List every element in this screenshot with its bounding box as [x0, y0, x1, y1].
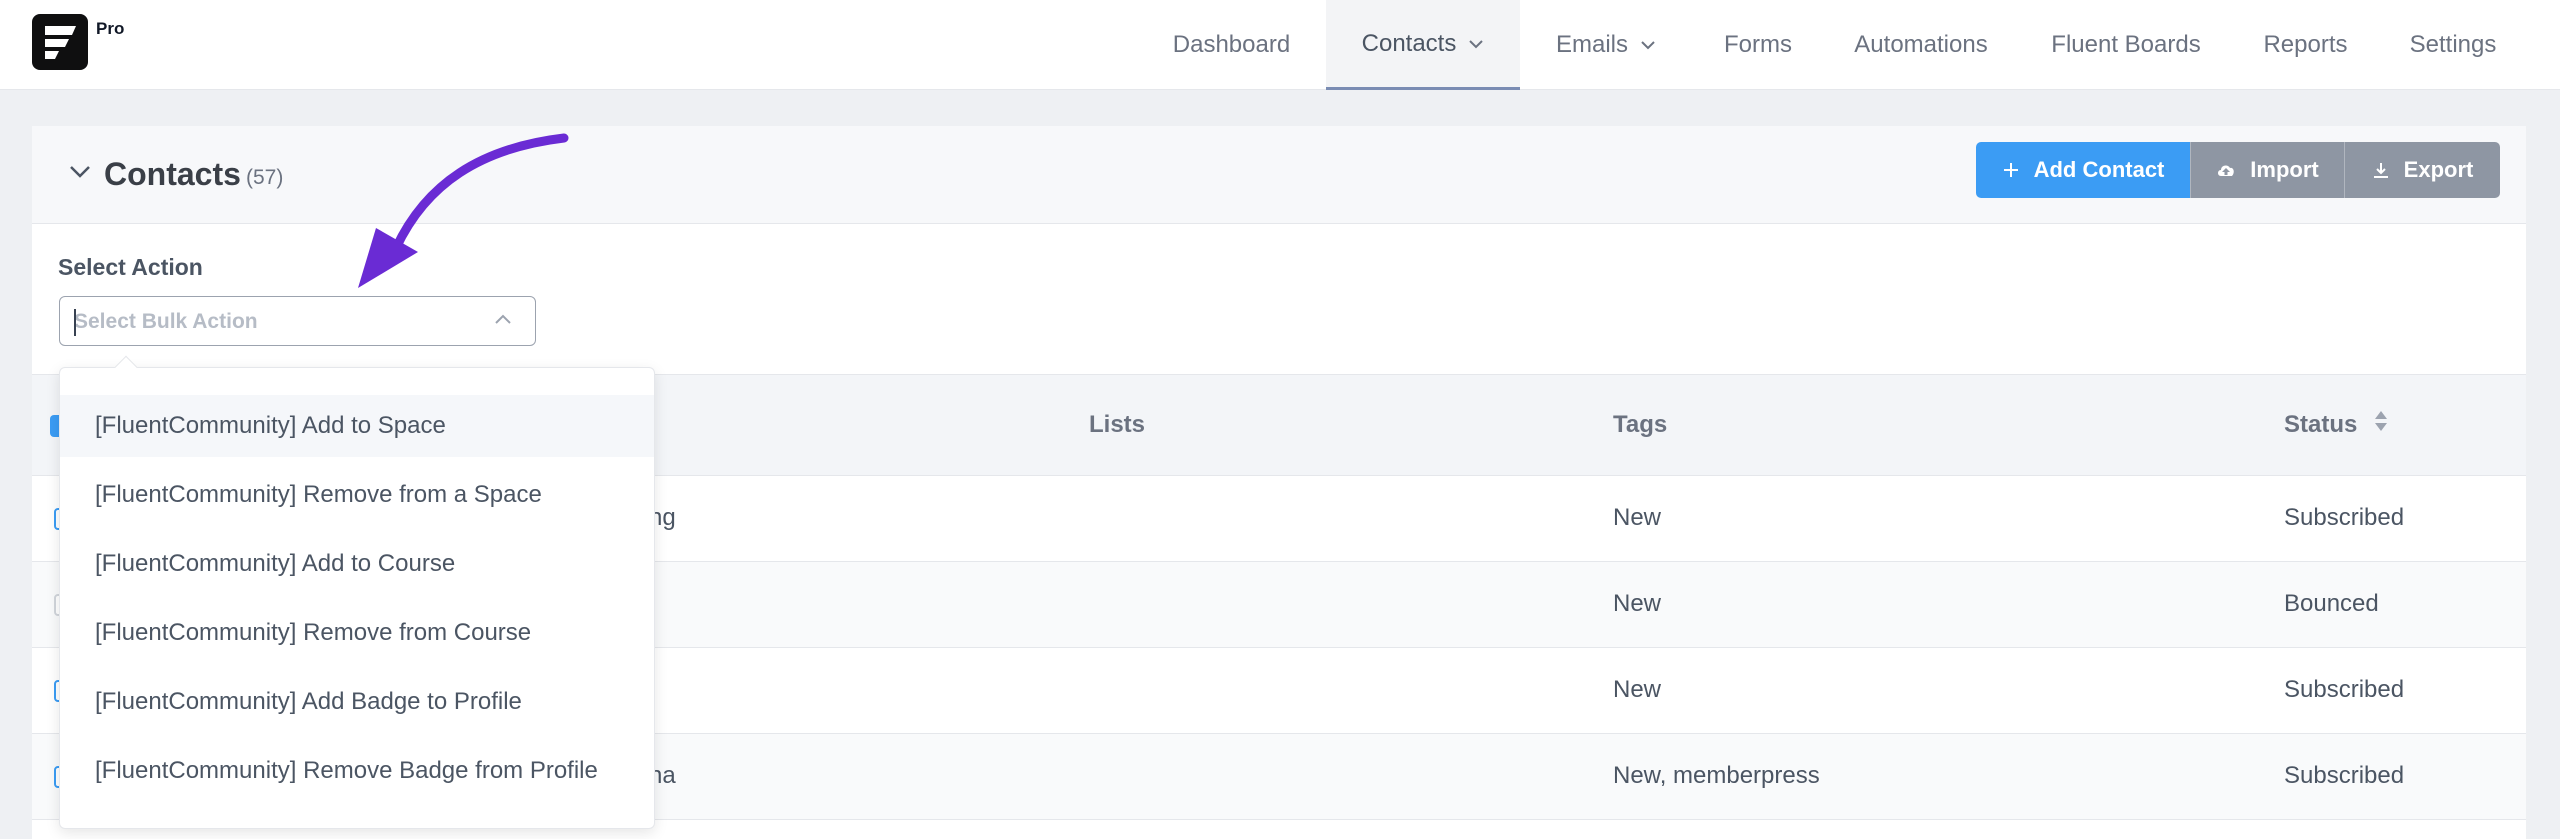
nav-fluent-boards[interactable]: Fluent Boards [2045, 0, 2207, 90]
chevron-down-icon [1640, 40, 1656, 50]
tags-cell: New [1613, 676, 1662, 703]
nav-automations-label: Automations [1854, 31, 1988, 58]
nav-settings-label: Settings [2409, 31, 2497, 58]
nav-contacts-label: Contacts [1361, 29, 1457, 57]
tags-cell: New [1613, 590, 1662, 617]
nav-contacts[interactable]: Contacts [1326, 0, 1520, 90]
add-contact-button[interactable]: Add Contact [1976, 142, 2190, 198]
nav-fluent-boards-label: Fluent Boards [2051, 31, 2201, 58]
bulk-action-input[interactable] [74, 309, 474, 335]
nav-emails-label: Emails [1555, 31, 1628, 58]
nav-reports-label: Reports [2263, 31, 2348, 58]
export-button[interactable]: Export [2344, 142, 2500, 198]
status-cell: Subscribed [2284, 676, 2405, 703]
select-action-label: Select Action [58, 254, 203, 280]
text-cursor [74, 309, 76, 336]
tags-cell: New, memberpress [1613, 762, 1820, 789]
chevron-down-icon[interactable] [68, 164, 92, 185]
sort-icon[interactable] [2374, 409, 2388, 438]
pro-badge: Pro [96, 19, 125, 38]
top-navigation-bar: Pro Dashboard Contacts Emails Forms Auto… [0, 0, 2560, 90]
import-button[interactable]: Import [2190, 142, 2344, 198]
status-cell: Subscribed [2284, 762, 2405, 789]
bulk-option-add-to-space[interactable]: [FluentCommunity] Add to Space [60, 395, 654, 457]
column-header-tags[interactable]: Tags [1613, 411, 1667, 439]
status-cell: Subscribed [2284, 504, 2405, 531]
nav-dashboard[interactable]: Dashboard [1170, 0, 1293, 90]
status-cell: Bounced [2284, 590, 2379, 617]
bulk-action-dropdown: [FluentCommunity] Add to Space [FluentCo… [59, 355, 655, 829]
nav-forms-label: Forms [1724, 31, 1792, 58]
bulk-option-remove-badge[interactable]: [FluentCommunity] Remove Badge from Prof… [60, 740, 654, 802]
annotation-arrow-icon [358, 133, 569, 288]
download-icon [2372, 161, 2390, 179]
cloud-upload-icon [2216, 162, 2236, 178]
bulk-option-add-badge[interactable]: [FluentCommunity] Add Badge to Profile [60, 671, 654, 733]
chevron-up-icon[interactable] [493, 313, 513, 332]
bulk-option-remove-from-course[interactable]: [FluentCommunity] Remove from Course [60, 602, 654, 664]
fluentcrm-logo-icon[interactable] [32, 14, 88, 70]
import-label: Import [2250, 157, 2319, 182]
add-contact-label: Add Contact [2033, 157, 2165, 182]
column-header-status[interactable]: Status [2284, 411, 2357, 439]
export-label: Export [2403, 157, 2474, 182]
nav-dashboard-label: Dashboard [1172, 31, 1291, 58]
chevron-down-icon [1468, 39, 1484, 49]
nav-emails[interactable]: Emails [1551, 0, 1661, 90]
nav-automations[interactable]: Automations [1848, 0, 1994, 90]
nav-settings[interactable]: Settings [2403, 0, 2503, 90]
column-header-lists[interactable]: Lists [1089, 411, 1145, 439]
bulk-action-select[interactable] [59, 296, 536, 346]
plus-icon [2002, 161, 2020, 179]
nav-forms[interactable]: Forms [1718, 0, 1798, 90]
page-title: Contacts [104, 156, 241, 192]
bulk-option-add-to-course[interactable]: [FluentCommunity] Add to Course [60, 533, 654, 595]
nav-reports[interactable]: Reports [2258, 0, 2353, 90]
tags-cell: New [1613, 504, 1662, 531]
bulk-option-remove-from-space[interactable]: [FluentCommunity] Remove from a Space [60, 464, 654, 526]
contacts-count: (57) [246, 166, 284, 189]
